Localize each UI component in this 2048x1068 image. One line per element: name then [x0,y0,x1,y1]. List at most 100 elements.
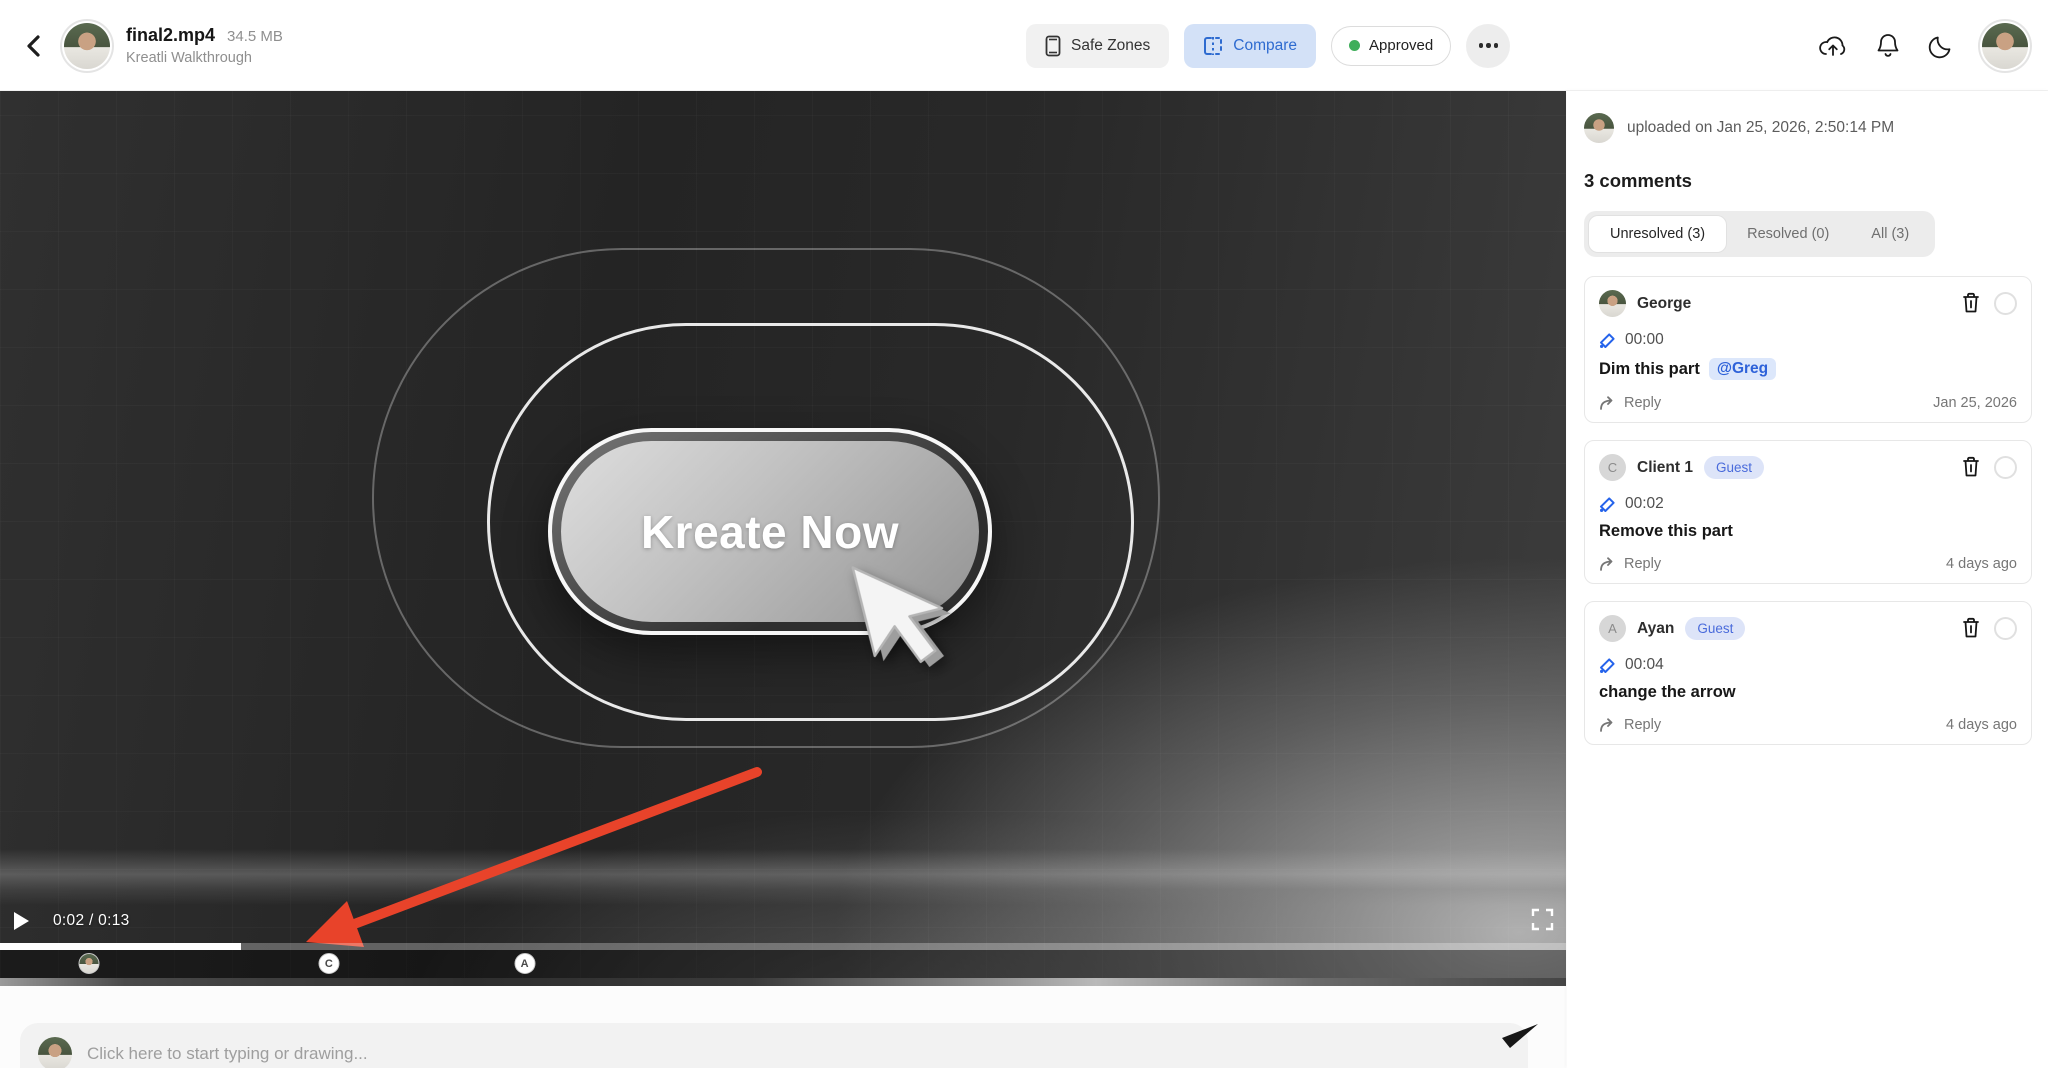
project-name: Kreatli Walkthrough [126,50,283,66]
comment-composer-bar [0,986,1566,1068]
reply-button[interactable]: Reply [1599,717,1661,733]
comment-date: 4 days ago [1946,556,2017,572]
pen-annotation-icon [1599,332,1616,349]
trash-icon [1961,456,1981,478]
phone-icon [1045,35,1061,57]
uploaded-text: uploaded on Jan 25, 2026, 2:50:14 PM [1627,119,1894,137]
comment-author-avatar: A [1599,615,1626,642]
safe-zones-label: Safe Zones [1071,37,1150,55]
file-owner-avatar [64,23,110,69]
comment-author-name: Ayan [1637,620,1674,638]
theme-toggle-button[interactable] [1928,33,1954,59]
notifications-button[interactable] [1876,32,1900,59]
reply-icon [1599,396,1617,411]
comment-author-name: George [1637,295,1691,313]
comments-filter-tabs: Unresolved (3) Resolved (0) All (3) [1584,211,1935,257]
header-right [1818,0,2028,91]
pen-annotation-icon [1599,496,1616,513]
comment-author-name: Client 1 [1637,459,1693,477]
comment-timestamp[interactable]: 00:02 [1625,495,1664,513]
status-dot-icon [1349,40,1360,51]
reply-button[interactable]: Reply [1599,556,1661,572]
ellipsis-icon [1479,43,1484,48]
player-controls: 0:02 / 0:13 [0,903,1566,939]
comments-heading: 3 comments [1584,170,2032,192]
file-size: 34.5 MB [227,28,283,45]
back-button[interactable] [14,27,52,65]
comment-composer[interactable] [20,1023,1528,1068]
comment-input[interactable] [87,1044,1510,1064]
status-badge[interactable]: Approved [1331,26,1451,66]
compare-icon [1203,36,1223,56]
comment-text: Remove this part [1599,522,1733,541]
delete-comment-button[interactable] [1959,456,1983,480]
timeline-marker[interactable]: A [514,953,535,974]
comment-date: Jan 25, 2026 [1933,395,2017,411]
uploaded-info-row: uploaded on Jan 25, 2026, 2:50:14 PM [1584,113,2032,143]
comment-author-avatar [1599,290,1626,317]
guest-badge: Guest [1685,617,1745,640]
tab-unresolved[interactable]: Unresolved (3) [1589,216,1726,252]
video-floor-glow [0,849,1566,905]
chevron-left-icon [26,35,41,57]
composer-avatar [38,1037,72,1068]
delete-comment-button[interactable] [1959,292,1983,316]
tab-all[interactable]: All (3) [1850,216,1930,252]
more-options-button[interactable] [1466,24,1510,68]
video-grid-backdrop [0,91,1566,986]
timeline-marker-avatar[interactable] [79,953,100,974]
comment-text: Dim this part [1599,360,1700,379]
middle-pill-ring [487,323,1134,721]
comment-text: change the arrow [1599,683,1736,702]
mention-chip[interactable]: @Greg [1709,358,1776,380]
outer-pill-ring [372,248,1160,748]
header-left: final2.mp4 34.5 MB Kreatli Walkthrough [14,0,283,91]
send-comment-button[interactable] [1500,1014,1540,1054]
resolve-toggle[interactable] [1994,617,2017,640]
timeline-scroll-strip[interactable] [0,978,1566,986]
account-avatar[interactable] [1982,23,2028,69]
file-name: final2.mp4 [126,25,215,46]
guest-badge: Guest [1704,456,1764,479]
app-window: final2.mp4 34.5 MB Kreatli Walkthrough S… [0,0,2048,1068]
delete-comment-button[interactable] [1959,617,1983,641]
annotation-arrow [0,91,1566,986]
comment-timestamp[interactable]: 00:00 [1625,331,1664,349]
header: final2.mp4 34.5 MB Kreatli Walkthrough S… [0,0,2048,91]
comment-card[interactable]: George 00:00 Dim this part @Greg [1584,276,2032,423]
play-icon[interactable] [13,911,30,931]
reply-button[interactable]: Reply [1599,395,1661,411]
progress-bar[interactable] [0,943,1566,950]
progress-fill [0,943,241,950]
upload-button[interactable] [1818,33,1848,59]
resolve-toggle[interactable] [1994,292,2017,315]
status-label: Approved [1369,37,1433,54]
video-player[interactable]: Kreate Now 0:02 / 0:13 C A [0,91,1566,986]
cursor-pointer-graphic [842,538,992,696]
time-display: 0:02 / 0:13 [53,912,130,930]
timeline-marker-row[interactable]: C A [0,950,1566,978]
cloud-upload-icon [1818,33,1848,59]
comment-author-avatar: C [1599,454,1626,481]
timeline-marker[interactable]: C [318,953,339,974]
tab-resolved[interactable]: Resolved (0) [1726,216,1850,252]
fullscreen-button[interactable] [1526,905,1558,937]
uploader-avatar [1584,113,1614,143]
comment-timestamp[interactable]: 00:04 [1625,656,1664,674]
trash-icon [1961,617,1981,639]
reply-icon [1599,557,1617,572]
compare-label: Compare [1233,37,1297,55]
resolve-toggle[interactable] [1994,456,2017,479]
trash-icon [1961,292,1981,314]
compare-button[interactable]: Compare [1184,24,1316,68]
comments-sidebar: uploaded on Jan 25, 2026, 2:50:14 PM 3 c… [1567,91,2048,1068]
video-cta-button: Kreate Now [548,428,992,635]
comment-card[interactable]: C Client 1 Guest 00:02 Remove this part [1584,440,2032,584]
comment-card[interactable]: A Ayan Guest 00:04 change the arrow [1584,601,2032,745]
header-toolbar: Safe Zones Compare Approved [1026,0,1510,91]
send-icon [1500,1014,1540,1054]
file-title-block: final2.mp4 34.5 MB Kreatli Walkthrough [126,25,283,66]
pen-annotation-icon [1599,657,1616,674]
safe-zones-button[interactable]: Safe Zones [1026,24,1169,68]
comment-date: 4 days ago [1946,717,2017,733]
